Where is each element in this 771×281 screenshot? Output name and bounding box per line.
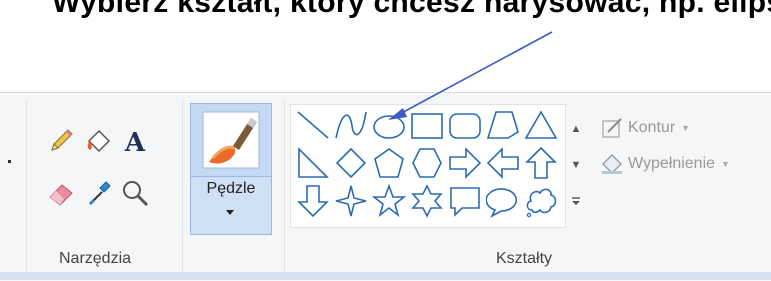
group-separator [182,100,183,272]
diamond-shape[interactable] [334,146,368,180]
instruction-text: Wybierz kształt, który chcesz narysować,… [52,0,771,19]
outline-icon [602,118,622,138]
chevron-down-icon [225,204,235,215]
cloud-callout-shape[interactable] [524,184,558,218]
instruction-heading: Wybierz kształt, który chcesz narysować,… [0,0,771,32]
rect-callout-shape[interactable] [448,184,482,218]
shapes-group-label: Kształty [496,250,553,267]
rounded-rectangle-shape[interactable] [448,108,482,142]
gallery-scroll-down[interactable]: ▼ [569,158,583,172]
line-shape[interactable] [296,108,330,142]
brushes-button[interactable]: Pędzle [190,103,272,235]
color-picker-icon[interactable] [82,176,116,210]
brushes-label: Pędzle [206,180,256,197]
triangle-shape[interactable] [524,108,558,142]
polygon-shape[interactable] [486,108,520,142]
outline-label: Kontur [628,119,676,136]
oval-shape[interactable] [372,108,406,142]
right-triangle-shape[interactable] [296,146,330,180]
eraser-icon[interactable] [44,176,78,210]
chevron-down-icon: ▼ [681,123,691,133]
svg-text:A: A [124,128,146,156]
down-arrow-shape[interactable] [296,184,330,218]
gallery-expand[interactable] [569,194,583,208]
curve-shape[interactable] [334,108,368,142]
oval-callout-shape[interactable] [486,184,520,218]
pentagon-shape[interactable] [372,146,406,180]
pencil-icon[interactable] [44,124,78,158]
tools-group-label: Narzędzia [59,250,132,267]
right-arrow-shape[interactable] [448,146,482,180]
six-point-star-shape[interactable] [410,184,444,218]
group-separator [26,100,27,272]
gallery-scroll-up[interactable]: ▲ [569,122,583,136]
rectangle-shape[interactable] [410,108,444,142]
magnifier-icon[interactable] [118,176,152,210]
text-icon[interactable]: A [118,124,152,158]
brush-icon [191,104,271,177]
fill-icon [602,154,622,174]
fill-label: Wypełnienie [628,155,716,172]
up-arrow-shape[interactable] [524,146,558,180]
fill-dropdown[interactable]: Wypełnienie ▼ [600,152,730,176]
outline-dropdown[interactable]: Kontur ▼ [600,116,690,140]
ribbon-left-marker [8,160,11,163]
fill-bucket-icon[interactable] [82,124,116,158]
four-point-star-shape[interactable] [334,184,368,218]
ribbon-bottom-bar [0,272,771,280]
hexagon-shape[interactable] [410,146,444,180]
chevron-down-icon: ▼ [721,159,730,169]
left-arrow-shape[interactable] [486,146,520,180]
group-separator [284,100,285,272]
five-point-star-shape[interactable] [372,184,406,218]
